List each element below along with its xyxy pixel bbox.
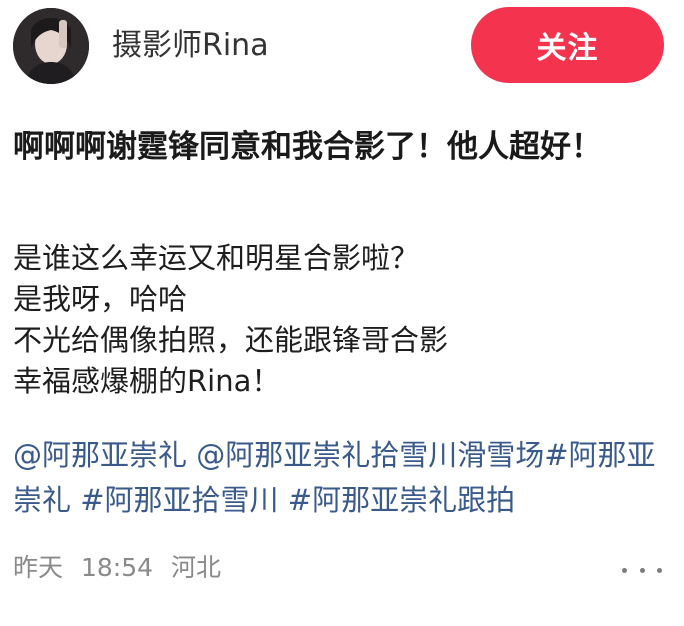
more-dots-icon[interactable] bbox=[622, 560, 662, 580]
post-body-line: 不光给偶像拍照，还能跟锋哥合影 bbox=[13, 323, 449, 357]
post-body-line: 是谁这么幸运又和明星合影啦？ bbox=[13, 241, 420, 275]
avatar[interactable] bbox=[13, 8, 89, 84]
dot bbox=[622, 567, 627, 573]
post-location: 河北 bbox=[170, 553, 221, 582]
post-date: 昨天 bbox=[13, 553, 64, 582]
post-title: 啊啊啊谢霆锋同意和我合影了！他人超好！ bbox=[13, 129, 602, 165]
hashtag-link[interactable]: #阿那亚拾雪川 bbox=[80, 483, 278, 517]
mention-link[interactable]: @阿那亚崇礼 bbox=[13, 438, 187, 472]
author-name[interactable]: 摄影师Rina bbox=[112, 26, 269, 66]
post-tags: @阿那亚崇礼 @阿那亚崇礼拾雪川滑雪场#阿那亚崇礼 #阿那亚拾雪川 #阿那亚崇礼… bbox=[13, 433, 673, 523]
avatar-photo bbox=[13, 8, 89, 84]
post-meta: 昨天 18:54 河北 bbox=[13, 550, 221, 586]
mention-link[interactable]: @阿那亚崇礼拾雪川滑雪场 bbox=[196, 438, 544, 472]
post-body-line: 幸福感爆棚的Rina！ bbox=[13, 364, 281, 398]
post-body-line: 是我呀，哈哈 bbox=[13, 282, 188, 316]
dot bbox=[639, 567, 645, 573]
hashtag-link[interactable]: #阿那亚崇礼跟拍 bbox=[288, 483, 515, 517]
dot bbox=[657, 567, 662, 573]
post-time: 18:54 bbox=[80, 553, 154, 582]
follow-button[interactable]: 关注 bbox=[471, 7, 664, 83]
post-header: 摄影师Rina 关注 bbox=[0, 0, 684, 100]
post-body: 是谁这么幸运又和明星合影啦？ 是我呀，哈哈 不光给偶像拍照，还能跟锋哥合影 幸福… bbox=[13, 238, 673, 402]
